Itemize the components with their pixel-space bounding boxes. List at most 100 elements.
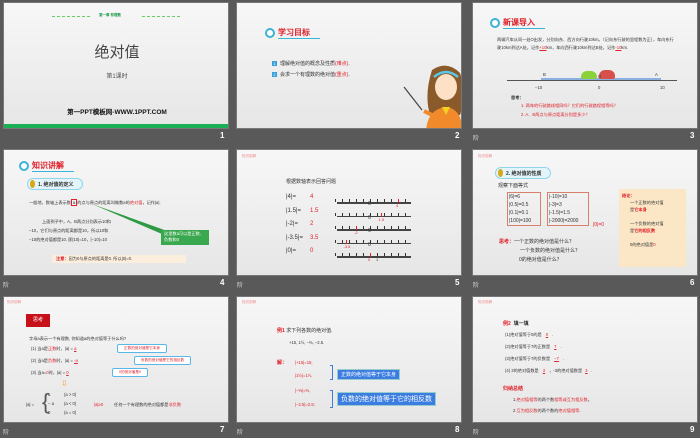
divider	[142, 16, 180, 17]
case-part: 时，|a| =	[56, 358, 73, 363]
slide-thumbnail-2[interactable]: 学习目标 1 理解绝对值的概念及性质(难点). 2 会求一个有理数的绝对值(重点).	[236, 2, 462, 129]
point-label: 0	[368, 257, 371, 262]
conclusion-box: 结论： 一个正数的绝对值 是它本身 一个负数的绝对值 是它的相反数 0的绝对值是…	[619, 189, 686, 267]
tick	[363, 212, 364, 216]
animation-icon[interactable]: 阶	[473, 280, 479, 289]
tick	[398, 239, 399, 243]
fill-text: .	[560, 344, 562, 349]
rule-box-negative: 负数的绝对值等于它的相反数	[337, 392, 436, 406]
chapter-label: 第一章 有理数	[99, 13, 121, 17]
answer-line: |−⅔|=⅔,	[295, 388, 311, 393]
case-answer: 0	[66, 370, 69, 375]
animation-icon[interactable]: 阶	[3, 280, 9, 289]
tick	[349, 199, 350, 202]
equation: |-10|=10	[549, 194, 568, 200]
tick	[384, 226, 385, 229]
slide-thumbnail-7[interactable]: 知识讲解 思考 字母a表示一个有理数, 你知道a的绝对值等于什么吗? (1) 当…	[3, 296, 229, 423]
piecewise-value: 0	[48, 410, 51, 415]
case-answer: -a	[74, 358, 78, 363]
abs-answer: 3.5	[310, 234, 319, 241]
conclusion-label: 结论：	[622, 193, 635, 198]
tick	[405, 212, 406, 216]
divider	[52, 16, 90, 17]
piecewise-cond: (a > 0)	[64, 392, 77, 397]
abs-question: |0|=	[286, 248, 296, 254]
case-line: (3) 当a=0时，|a| = 0	[31, 370, 69, 376]
equation-group-negative: |-10|=10 |-3|=3 |-1.5|=1.5 |-2000|=2000	[547, 192, 589, 226]
case-answer: a	[74, 346, 77, 351]
case-line: (2) 当a是负数时，|a| = -a	[31, 358, 78, 364]
question-text: 字母a表示一个有理数, 你知道a的绝对值等于什么吗?	[29, 336, 127, 341]
slide-thumbnail-9[interactable]: 知识讲解 例2 填一填 (1)绝对值等于0的是 0. (2)绝对值等于7的正数是 7.…	[472, 296, 698, 423]
fill-line: (4) 3的绝对值数是 3 ，-3的绝对值数是 3.	[505, 368, 592, 374]
origin-label: 0	[368, 201, 372, 207]
para-text: km.	[621, 45, 629, 50]
tick	[398, 226, 399, 229]
fill-text: (4) 3的绝对值数是	[505, 368, 539, 373]
objective-item: 1 理解绝对值的概念及性质(难点).	[272, 60, 350, 67]
tick	[363, 226, 364, 229]
tick	[335, 199, 336, 202]
slide-thumbnail-5[interactable]: 知识讲解 根据数轴表示回答问题 |4|= 4 4 0 |1.5|= 1.5 1.5 0 |-2|…	[236, 149, 462, 276]
slide-thumbnail-4[interactable]: 知识讲解 1. 绝对值的定义 一般地，数轴上表示数 a 的点与原点的距离叫做数a的绝…	[3, 149, 229, 276]
item-note: (难点)	[335, 61, 349, 67]
piecewise-value: a	[48, 392, 51, 397]
callout-pointer	[92, 204, 170, 234]
number-line	[337, 229, 411, 231]
abs-answer: 2	[310, 221, 314, 227]
animation-icon[interactable]: 阶	[473, 427, 479, 436]
question-2: 2. A、B两点与原点距离分别是多少？	[521, 112, 590, 117]
tick	[377, 199, 378, 202]
tick	[342, 199, 343, 202]
abs-question: |4|=	[286, 194, 296, 200]
intro-paragraph: 两辆汽车从同一处O出发，分别向东、西方向行驶10km。（记向东行驶的里程数为正）…	[497, 36, 677, 52]
animation-icon[interactable]: 阶	[237, 280, 243, 289]
equation: |-1.5|=1.5	[549, 210, 571, 216]
tick	[377, 253, 378, 256]
slide-heading: 根据数轴表示回答问题	[286, 179, 337, 185]
animation-icon[interactable]: 阶	[237, 427, 243, 436]
conclusion-red: 非负数	[168, 402, 182, 407]
equation: |100|=100	[509, 218, 532, 224]
tick	[342, 212, 343, 216]
tick	[363, 239, 364, 243]
animation-icon[interactable]: 阶	[473, 133, 479, 142]
example-text: 求下列各数的绝对值.	[286, 328, 333, 334]
piecewise-cond: (a < 0)	[64, 401, 77, 406]
point-o-label: O	[598, 74, 602, 79]
answer-line: |+15|=15;	[295, 360, 313, 365]
think-label: 思考：	[499, 239, 515, 245]
case-part: 时，|a| =	[48, 370, 66, 375]
header-label: 新课导入	[503, 17, 545, 29]
point-label: -2	[354, 230, 358, 235]
tick	[342, 253, 343, 256]
summary-red: 绝对值相等	[558, 408, 580, 413]
summary-part: 。	[587, 397, 592, 402]
down-arrow-icon: ⇩	[61, 379, 68, 388]
slide-thumbnail-6[interactable]: 知识讲解 2. 绝对值的性质 观察下面等式 |6|=6 |0.5|=0.5 |0.1…	[472, 149, 698, 276]
subsection-pill: 1. 绝对值的定义	[27, 178, 83, 190]
summary-red: 绝对值相等	[516, 397, 538, 402]
tick	[356, 212, 357, 216]
conclusion-red: 0	[653, 242, 656, 247]
think-block: 思考：一个正数的绝对值是什么？ 一个负数的绝对值是什么？ 0的绝对值是什么？	[499, 238, 580, 265]
slide-thumbnail-3[interactable]: 新课导入 两辆汽车从同一处O出发，分别向东、西方向行驶10km。（记向东行驶的里…	[472, 2, 698, 129]
tick-label: −10	[535, 85, 543, 90]
point-label: -3.5	[343, 243, 351, 249]
slide-thumbnail-1[interactable]: 第一章 有理数 绝对值 第1课时 第一PPT模板网-WWW.1PPT.COM	[3, 2, 229, 129]
tick-label: 0	[598, 85, 601, 90]
coin-icon	[498, 169, 503, 177]
animation-icon[interactable]: 阶	[3, 427, 9, 436]
tick	[405, 199, 406, 202]
tip-box: 负数的绝对值是它的相反数	[134, 356, 192, 365]
answer-line: |−2.5|=2.5;	[295, 402, 315, 407]
tick	[405, 239, 406, 243]
tick	[335, 239, 336, 243]
tick	[391, 239, 392, 243]
tick	[377, 239, 378, 243]
section-header: 学习目标	[265, 27, 320, 39]
equation: |6|=6	[509, 194, 521, 200]
bracket	[330, 390, 333, 408]
slide-thumbnail-8[interactable]: 知识讲解 例1 求下列各数的绝对值. +15, 1½, −⅔, −2.5. 解：…	[236, 296, 462, 423]
slide-number: 2	[455, 131, 460, 140]
